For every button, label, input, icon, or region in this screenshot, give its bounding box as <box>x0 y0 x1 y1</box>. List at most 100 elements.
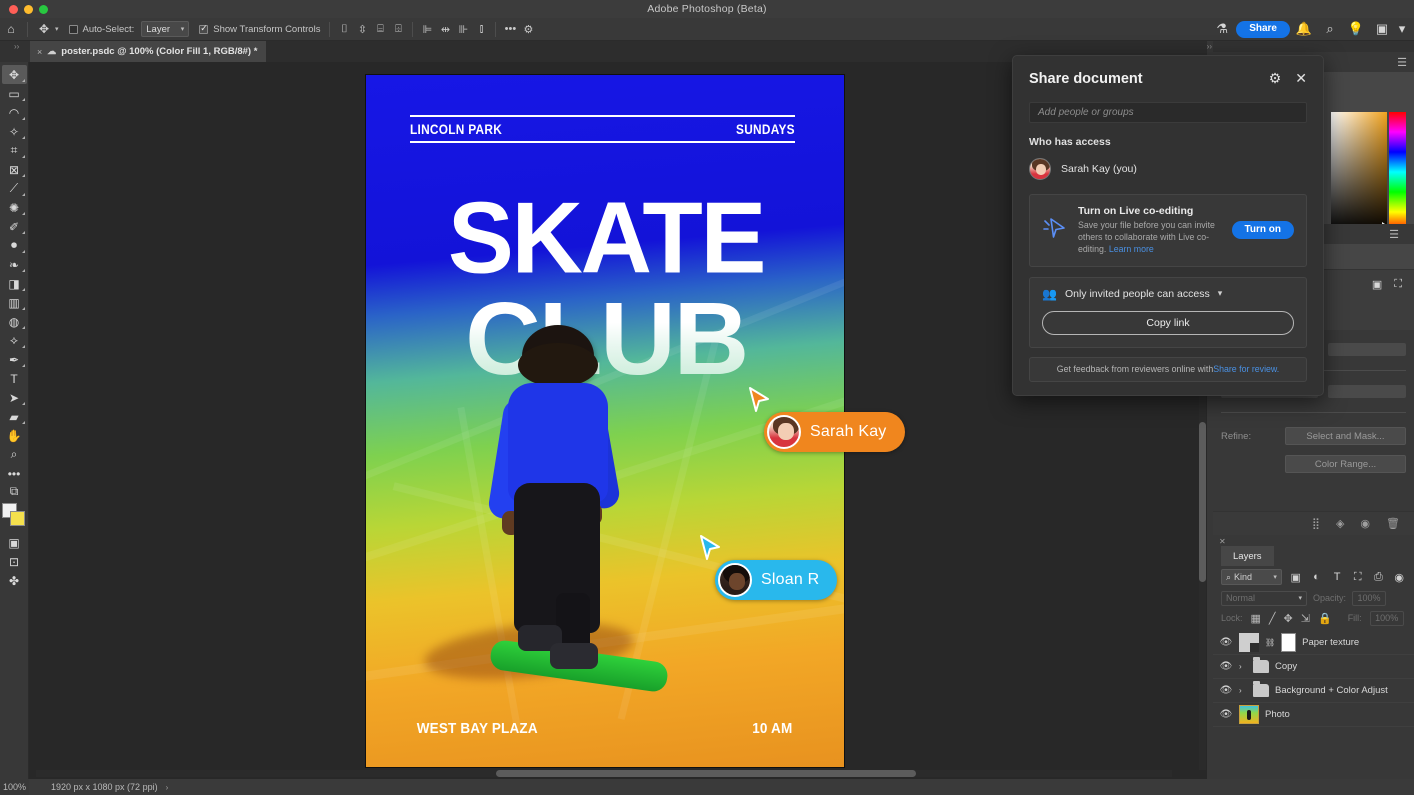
select-and-mask-button[interactable]: Select and Mask... <box>1285 427 1406 445</box>
blend-mode-dropdown[interactable]: Normal ▾ <box>1221 590 1307 606</box>
layer-filter-kind-dropdown[interactable]: ⌕ Kind ▾ <box>1221 569 1282 585</box>
type-layers-icon[interactable]: T <box>1330 571 1344 583</box>
hand-tool[interactable]: ✋ <box>2 426 27 445</box>
layer-mask-thumbnail[interactable] <box>1281 633 1297 652</box>
table-row[interactable]: 👁 › Copy <box>1213 655 1414 679</box>
home-icon[interactable]: ⌂ <box>0 18 22 40</box>
search-icon[interactable]: ⌕ <box>1318 18 1342 40</box>
gradient-tool[interactable]: ▥ <box>2 293 27 312</box>
blur-tool[interactable]: ◍ <box>2 312 27 331</box>
add-people-input[interactable]: Add people or groups <box>1029 102 1307 123</box>
adjustment-layers-icon[interactable]: ◐ <box>1310 571 1324 583</box>
link-icon[interactable]: ⛓ <box>1265 638 1275 647</box>
history-brush-tool[interactable]: ❧ <box>2 255 27 274</box>
lock-image-icon[interactable]: ╱ <box>1269 612 1276 625</box>
access-dropdown[interactable]: 👥 Only invited people can access ▾ <box>1042 287 1294 301</box>
shape-tool[interactable]: ▰ <box>2 407 27 426</box>
spot-healing-brush-tool[interactable]: ✺ <box>2 198 27 217</box>
more-options-button[interactable]: ••• <box>501 20 519 38</box>
mask-options-icon[interactable]: ⣿ <box>1312 517 1320 530</box>
pixel-layers-icon[interactable]: ▣ <box>1289 571 1303 584</box>
eraser-tool[interactable]: ◨ <box>2 274 27 293</box>
filter-toggle-icon[interactable]: ◉ <box>1392 571 1406 584</box>
dodge-tool[interactable]: ⟡ <box>2 331 27 350</box>
color-field[interactable] <box>1331 112 1387 232</box>
turn-on-button[interactable]: Turn on <box>1231 221 1294 240</box>
frame-tool[interactable]: ⊠ <box>2 160 27 179</box>
bell-icon[interactable]: 🔔 <box>1292 18 1316 40</box>
share-button[interactable]: Share <box>1236 20 1290 38</box>
chevron-right-icon[interactable]: › <box>166 783 169 792</box>
distribute-spacing-icon[interactable]: ⫾ <box>472 20 490 38</box>
show-transform-controls-checkbox[interactable] <box>199 23 209 34</box>
collaborator-pill-sarah[interactable]: Sarah Kay <box>764 412 905 452</box>
fill-value[interactable]: 100% <box>1369 610 1404 626</box>
quick-mask-icon[interactable]: ▣ <box>2 533 27 552</box>
background-color-swatch[interactable] <box>10 511 25 526</box>
learn-more-link[interactable]: Learn more <box>1109 244 1154 254</box>
document-tab-poster[interactable]: × ☁ poster.psdc @ 100% (Color Fill 1, RG… <box>30 41 268 62</box>
distribute-top-edges-icon[interactable]: ⊫ <box>418 20 436 38</box>
type-tool[interactable]: T <box>2 369 27 388</box>
gear-icon[interactable]: ⚙ <box>1269 70 1282 87</box>
auto-select-checkbox[interactable] <box>68 24 78 34</box>
lock-transparent-icon[interactable]: ▦ <box>1251 612 1261 625</box>
zoom-level[interactable]: 100% <box>0 779 29 795</box>
pen-tool[interactable]: ✒ <box>2 350 27 369</box>
color-range-button[interactable]: Color Range... <box>1285 455 1406 473</box>
beta-flask-icon[interactable]: ⚗ <box>1210 18 1234 40</box>
lock-all-icon[interactable]: 🔒 <box>1318 612 1332 625</box>
hue-slider[interactable] <box>1389 112 1406 232</box>
brush-tool[interactable]: ✐ <box>2 217 27 236</box>
layer-thumbnail[interactable] <box>1239 705 1259 724</box>
eye-icon[interactable]: 👁 <box>1219 709 1233 720</box>
collaborator-pill-sloan[interactable]: Sloan R <box>715 560 838 600</box>
lock-position-icon[interactable]: ✥ <box>1284 612 1293 625</box>
eye-icon[interactable]: 👁 <box>1219 661 1233 672</box>
canvas-horizontal-scrollbar[interactable] <box>36 770 1172 777</box>
rectangular-marquee-tool[interactable]: ▭ <box>2 84 27 103</box>
distribute-vertical-centers-icon[interactable]: ⇹ <box>436 20 454 38</box>
copy-link-button[interactable]: Copy link <box>1042 310 1294 335</box>
crop-tool[interactable]: ⌗ <box>2 141 27 160</box>
tab-layers[interactable]: Layers <box>1221 546 1274 566</box>
invert-icon[interactable]: ◈ <box>1336 517 1344 530</box>
clone-stamp-tool[interactable]: ⏺ <box>2 236 27 255</box>
library-element-icon[interactable]: ⛶ <box>1394 278 1402 291</box>
lock-artboard-icon[interactable]: ⇲ <box>1301 612 1310 625</box>
auto-select-scope-dropdown[interactable]: Layer ▾ <box>141 21 190 37</box>
chevron-down-icon[interactable]: ▾ <box>1396 18 1408 40</box>
table-row[interactable]: 👁 › Background + Color Adjust <box>1213 679 1414 703</box>
zoom-tool[interactable]: ⌕ <box>2 445 27 464</box>
shape-layers-icon[interactable]: ⛶ <box>1351 571 1365 584</box>
align-right-edges-icon[interactable]: ⌸ <box>371 20 389 38</box>
lasso-tool[interactable]: ◠ <box>2 103 27 122</box>
table-row[interactable]: 👁 ⛓ Paper texture <box>1213 631 1414 655</box>
eyedropper-tool[interactable]: ⟋ <box>2 179 27 198</box>
chevron-right-icon[interactable]: › <box>1239 686 1247 695</box>
distribute-bottom-edges-icon[interactable]: ⊪ <box>454 20 472 38</box>
close-icon[interactable]: ✕ <box>1295 70 1307 87</box>
plugins-icon[interactable]: ✤ <box>2 571 27 590</box>
close-icon[interactable]: × <box>37 47 42 57</box>
align-horizontal-centers-icon[interactable]: ⇳ <box>353 20 371 38</box>
edit-toolbar-button[interactable]: ••• <box>2 464 27 483</box>
tool-preset-chevron-down-icon[interactable]: ▾ <box>55 25 59 33</box>
eye-icon[interactable]: 👁 <box>1219 637 1233 648</box>
move-tool-icon[interactable]: ✥ <box>33 18 55 40</box>
table-row[interactable]: 👁 Photo <box>1213 703 1414 727</box>
opacity-value[interactable]: 100% <box>1352 590 1387 606</box>
smart-object-icon[interactable]: ⎙ <box>1372 571 1386 584</box>
workspace-icon[interactable]: ▣ <box>1370 18 1394 40</box>
disable-mask-icon[interactable]: ◉ <box>1360 517 1370 530</box>
object-selection-tool[interactable]: ✧ <box>2 122 27 141</box>
discover-icon[interactable]: 💡 <box>1344 18 1368 40</box>
default-colors-icon[interactable]: ⧉ <box>2 483 27 499</box>
align-bottom-edges-icon[interactable]: ⌹ <box>389 20 407 38</box>
panel-menu-icon[interactable]: ☰ <box>1389 228 1406 241</box>
close-icon[interactable]: ✕ <box>1219 537 1226 546</box>
library-capture-icon[interactable]: ▣ <box>1372 278 1382 291</box>
align-left-edges-icon[interactable]: ⌷ <box>335 20 353 38</box>
layer-thumbnail[interactable] <box>1239 633 1259 652</box>
share-for-review-link[interactable]: Share for review. <box>1213 364 1279 374</box>
